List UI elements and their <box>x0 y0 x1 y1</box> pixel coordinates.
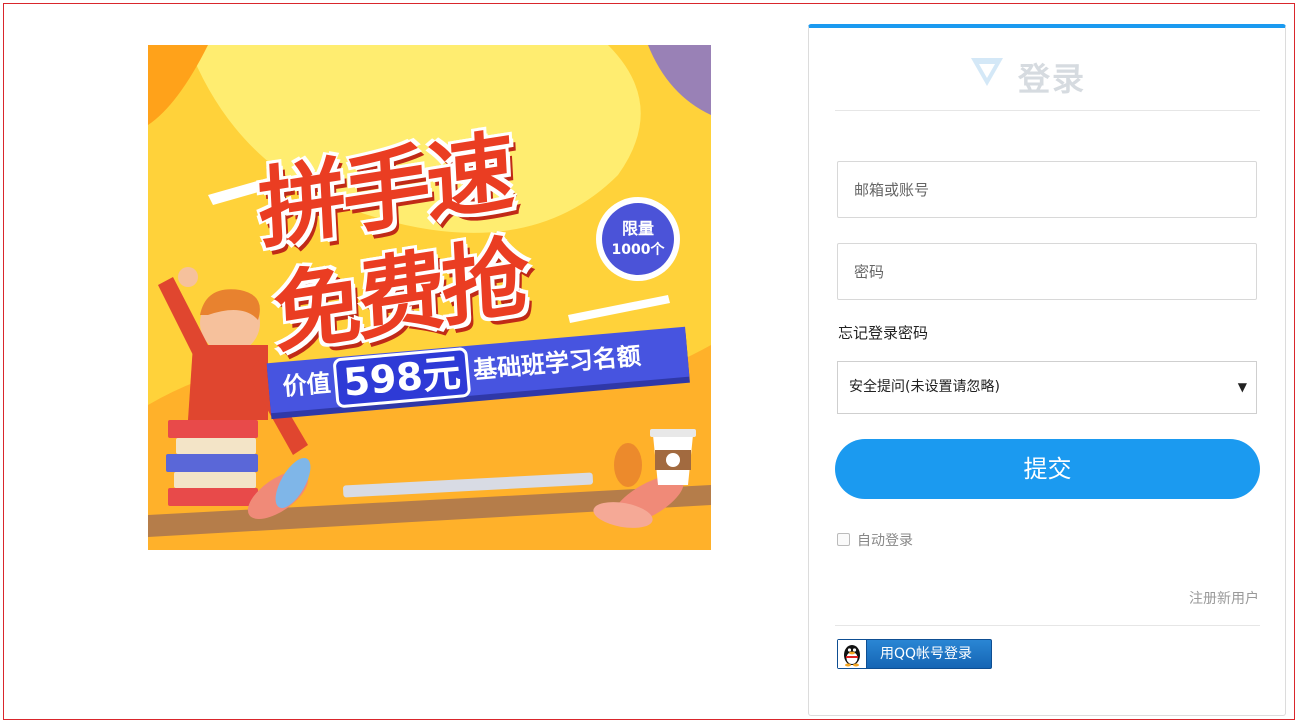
security-question-value: 安全提问(未设置请忽略) <box>849 379 1000 395</box>
register-link[interactable]: 注册新用户 <box>1189 588 1259 608</box>
limit-count: 1000个 <box>611 242 665 258</box>
promo-banner[interactable]: 拼手速 免费抢 限量 1000个 价值 598元 基础班学习名额 <box>148 45 711 550</box>
login-panel: 登录 忘记登录密码 安全提问(未设置请忽略) ▼ 提交 自动登录 注册新用户 用… <box>808 24 1286 716</box>
banner-headline: 拼手速 免费抢 <box>148 45 711 550</box>
auto-login-checkbox[interactable] <box>837 533 850 546</box>
limit-label: 限量 <box>621 219 654 238</box>
value-suffix: 基础班学习名额 <box>472 341 642 385</box>
value-prefix: 价值 <box>281 368 332 402</box>
divider <box>835 625 1260 626</box>
security-question-select[interactable]: 安全提问(未设置请忽略) ▼ <box>837 361 1257 414</box>
logo-triangle-icon <box>971 58 1003 86</box>
auto-login-label: 自动登录 <box>857 533 913 549</box>
forgot-password-link[interactable]: 忘记登录密码 <box>838 322 928 343</box>
login-header: 登录 <box>835 48 1260 111</box>
qq-login-button[interactable]: 用QQ帐号登录 <box>837 639 992 669</box>
password-input[interactable] <box>837 243 1257 300</box>
login-title: 登录 <box>1018 60 1087 98</box>
username-input[interactable] <box>837 161 1257 218</box>
dropdown-caret-icon: ▼ <box>1237 380 1247 394</box>
qq-login-label: 用QQ帐号登录 <box>880 646 973 662</box>
qq-penguin-icon <box>838 640 867 668</box>
limit-badge: 限量 1000个 <box>596 197 680 281</box>
auto-login-option[interactable]: 自动登录 <box>837 530 913 550</box>
submit-button[interactable]: 提交 <box>835 439 1260 499</box>
